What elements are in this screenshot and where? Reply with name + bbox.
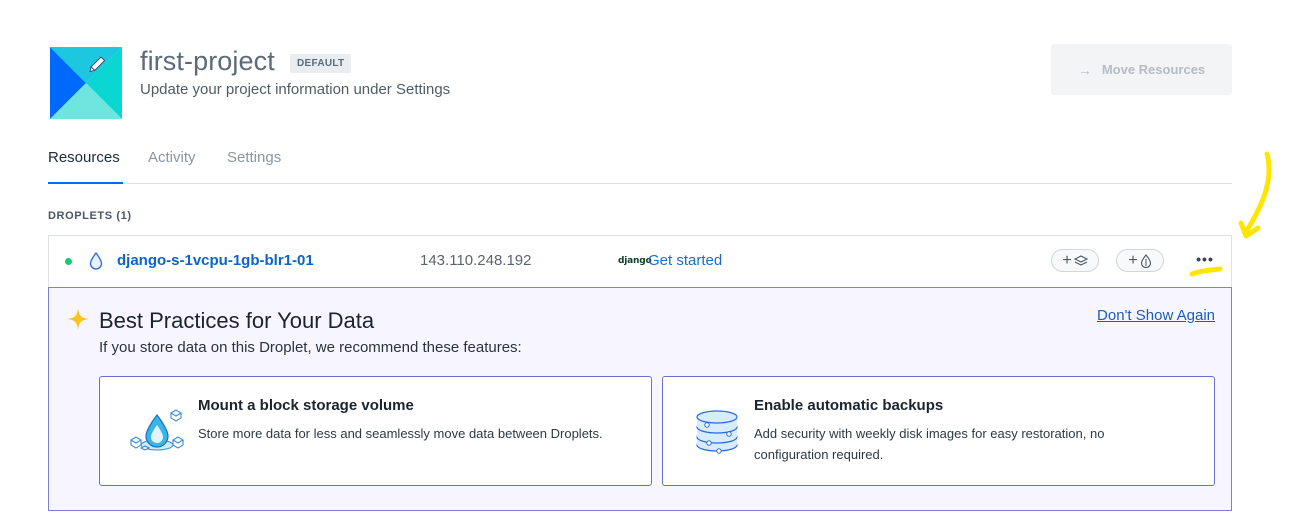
block-storage-card[interactable]: Mount a block storage volume Store more …: [99, 376, 652, 486]
move-resources-label: Move Resources: [1101, 62, 1206, 77]
droplet-ip: 143.110.248.192: [420, 252, 532, 269]
dont-show-again-link[interactable]: Don't Show Again: [1097, 307, 1215, 324]
default-badge: DEFAULT: [290, 54, 352, 73]
status-dot: [65, 258, 72, 265]
block-storage-icon: [130, 409, 184, 451]
project-title: first-project: [140, 46, 275, 76]
backups-title: Enable automatic backups: [754, 397, 944, 414]
plus-label: +: [1128, 251, 1138, 269]
get-started-link[interactable]: Get started: [648, 252, 722, 269]
best-practices-title: Best Practices for Your Data: [99, 308, 375, 333]
tab-activity[interactable]: Activity: [148, 149, 196, 184]
automatic-backups-card[interactable]: Enable automatic backups Add security wi…: [662, 376, 1215, 486]
tab-resources[interactable]: Resources: [48, 149, 123, 184]
move-resources-button[interactable]: → Move Resources: [1051, 44, 1232, 95]
backup-disks-icon: [696, 410, 738, 454]
project-tabs: Resources Activity Settings: [48, 145, 1232, 184]
django-logo: django: [618, 256, 652, 266]
block-storage-description: Store more data for less and seamlessly …: [198, 426, 603, 441]
sparkle-icon: [67, 308, 89, 330]
backups-description: Add security with weekly disk images for…: [754, 426, 1105, 462]
backup-droplet-icon: [1140, 253, 1151, 268]
more-options-icon[interactable]: •••: [1193, 251, 1217, 271]
add-backup-button[interactable]: +: [1116, 249, 1164, 272]
arrow-right-icon: →: [1077, 61, 1092, 78]
plus-label: +: [1062, 251, 1072, 269]
best-practices-panel: Best Practices for Your Data If you stor…: [48, 287, 1232, 511]
block-storage-title: Mount a block storage volume: [198, 397, 414, 414]
project-logo: [50, 47, 122, 119]
volume-icon: [1073, 254, 1088, 266]
project-subtitle: Update your project information under Se…: [140, 81, 451, 98]
droplet-icon: [89, 252, 103, 270]
droplet-row: django-s-1vcpu-1gb-blr1-01 143.110.248.1…: [48, 235, 1232, 287]
droplets-section-label: DROPLETS (1): [48, 210, 132, 222]
tab-settings[interactable]: Settings: [227, 149, 281, 184]
droplet-name-link[interactable]: django-s-1vcpu-1gb-blr1-01: [117, 252, 314, 269]
add-volume-button[interactable]: +: [1051, 249, 1099, 272]
best-practices-subtitle: If you store data on this Droplet, we re…: [99, 339, 522, 356]
